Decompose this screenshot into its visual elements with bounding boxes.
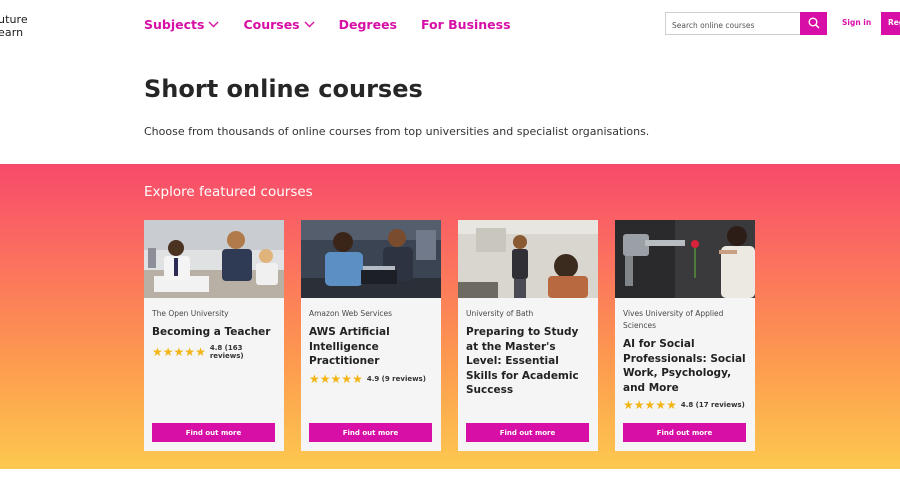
find-out-more-button[interactable]: Find out more [152, 423, 275, 442]
futurelearn-logo[interactable]: uture earn [0, 13, 28, 39]
star-icon: ★ [184, 344, 196, 359]
sign-in-link[interactable]: Sign in [842, 18, 871, 27]
star-rating: ★ ★ ★ ★ ★ [152, 346, 206, 358]
star-icon: ★ [330, 371, 342, 386]
logo-line1: uture [0, 13, 28, 26]
nav-courses-label: Courses [243, 17, 300, 32]
nav-degrees[interactable]: Degrees [339, 17, 397, 32]
find-out-more-button[interactable]: Find out more [466, 423, 589, 442]
logo-line2: earn [0, 26, 24, 39]
star-icon: ★ [633, 398, 645, 412]
course-title[interactable]: AI for Social Professionals: Social Work… [623, 337, 747, 395]
course-card[interactable]: The Open University Becoming a Teacher ★… [144, 220, 284, 451]
course-provider: Vives University of Applied Sciences [623, 309, 724, 330]
star-icon: ★ [195, 344, 206, 359]
rating-value: 4.8 (17 reviews) [680, 401, 745, 409]
chevron-down-icon [208, 21, 219, 28]
star-rating: ★ ★ ★ ★ ★ [309, 373, 363, 385]
course-card-list: The Open University Becoming a Teacher ★… [144, 220, 772, 451]
find-out-more-button[interactable]: Find out more [623, 423, 746, 442]
star-icon: ★ [319, 371, 331, 386]
course-image-lecture[interactable] [458, 220, 598, 298]
course-title[interactable]: Becoming a Teacher [152, 325, 276, 340]
course-card[interactable]: Amazon Web Services AWS Artificial Intel… [301, 220, 441, 451]
nav-for-business[interactable]: For Business [421, 17, 511, 32]
site-header: uture earn Subjects Courses Degrees For … [0, 0, 900, 50]
course-provider: Amazon Web Services [309, 309, 393, 318]
star-icon: ★ [655, 398, 667, 412]
search-icon [808, 14, 820, 33]
star-icon: ★ [173, 344, 185, 359]
star-icon: ★ [341, 371, 353, 386]
course-image-robot-arm[interactable] [615, 220, 755, 298]
course-title[interactable]: Preparing to Study at the Master's Level… [466, 325, 590, 398]
nav-degrees-label: Degrees [338, 17, 397, 32]
chevron-down-icon [304, 21, 315, 28]
page-title: Short online courses [144, 75, 423, 103]
nav-subjects[interactable]: Subjects [144, 17, 219, 32]
featured-title: Explore featured courses [144, 184, 313, 200]
star-icon: ★ [162, 344, 174, 359]
course-title[interactable]: AWS Artificial Intelligence Practitioner [309, 325, 433, 369]
nav-courses[interactable]: Courses [243, 17, 315, 32]
star-icon: ★ [352, 371, 363, 386]
nav-subjects-label: Subjects [144, 17, 205, 32]
star-icon: ★ [623, 398, 634, 412]
search-field [665, 12, 801, 36]
course-rating: ★ ★ ★ ★ ★ 4.9 (9 reviews) [309, 373, 433, 385]
register-button[interactable]: Reg [881, 12, 900, 35]
course-image-laptop-meeting[interactable] [301, 220, 441, 298]
course-rating: ★ ★ ★ ★ ★ 4.8 (17 reviews) [623, 399, 747, 411]
search-button[interactable] [800, 12, 827, 35]
find-out-more-button[interactable]: Find out more [309, 423, 432, 442]
rating-value: 4.8 (163 reviews) [209, 343, 244, 360]
star-icon: ★ [309, 371, 320, 386]
search-input[interactable] [666, 15, 800, 36]
course-provider: University of Bath [466, 309, 534, 318]
star-icon: ★ [644, 398, 656, 412]
course-image-classroom[interactable] [144, 220, 284, 298]
course-provider: The Open University [152, 309, 229, 318]
star-rating: ★ ★ ★ ★ ★ [623, 399, 677, 411]
page-subtitle: Choose from thousands of online courses … [144, 125, 650, 138]
featured-courses-section: Explore featured courses The Open Univer… [0, 164, 900, 469]
rating-value: 4.9 (9 reviews) [366, 374, 426, 383]
nav-for-business-label: For Business [421, 17, 511, 32]
star-icon: ★ [666, 398, 677, 412]
course-rating: ★ ★ ★ ★ ★ 4.8 (163 reviews) [152, 344, 276, 360]
main-nav: Subjects Courses Degrees For Business [144, 17, 535, 32]
star-icon: ★ [152, 344, 163, 359]
course-card[interactable]: University of Bath Preparing to Study at… [458, 220, 598, 451]
course-card[interactable]: Vives University of Applied Sciences AI … [615, 220, 755, 451]
